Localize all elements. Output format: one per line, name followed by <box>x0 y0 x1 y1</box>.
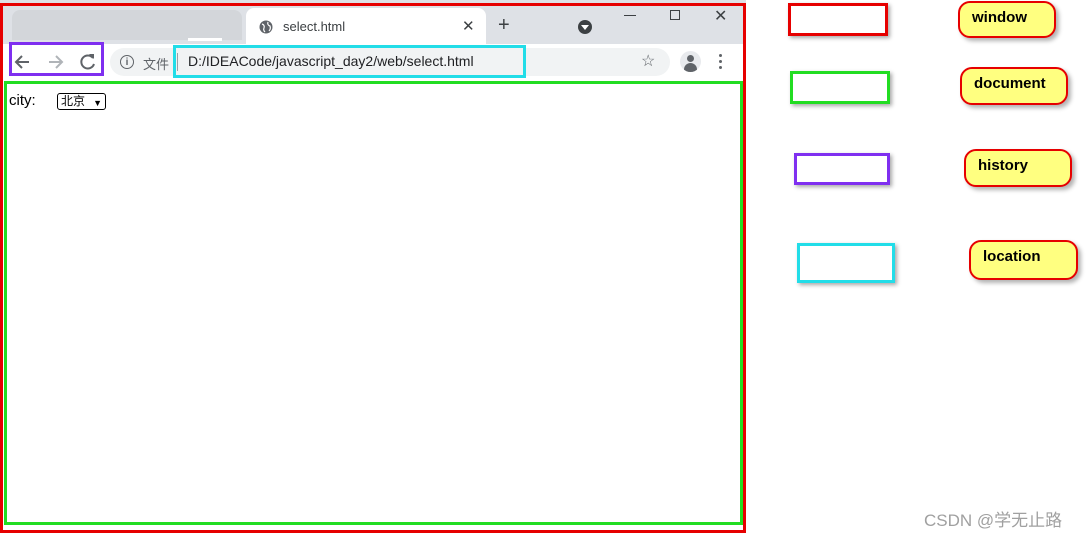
window-swatch <box>788 3 888 36</box>
history-outline <box>9 42 104 76</box>
watermark: CSDN @学无止路 <box>924 511 1063 530</box>
document-outline <box>4 81 743 525</box>
history-callout: history <box>964 149 1072 187</box>
location-outline <box>173 45 526 78</box>
location-callout: location <box>969 240 1078 280</box>
document-swatch <box>790 71 890 104</box>
location-swatch <box>797 243 895 283</box>
document-callout: document <box>960 67 1068 105</box>
history-swatch <box>794 153 890 185</box>
window-callout: window <box>958 1 1056 38</box>
